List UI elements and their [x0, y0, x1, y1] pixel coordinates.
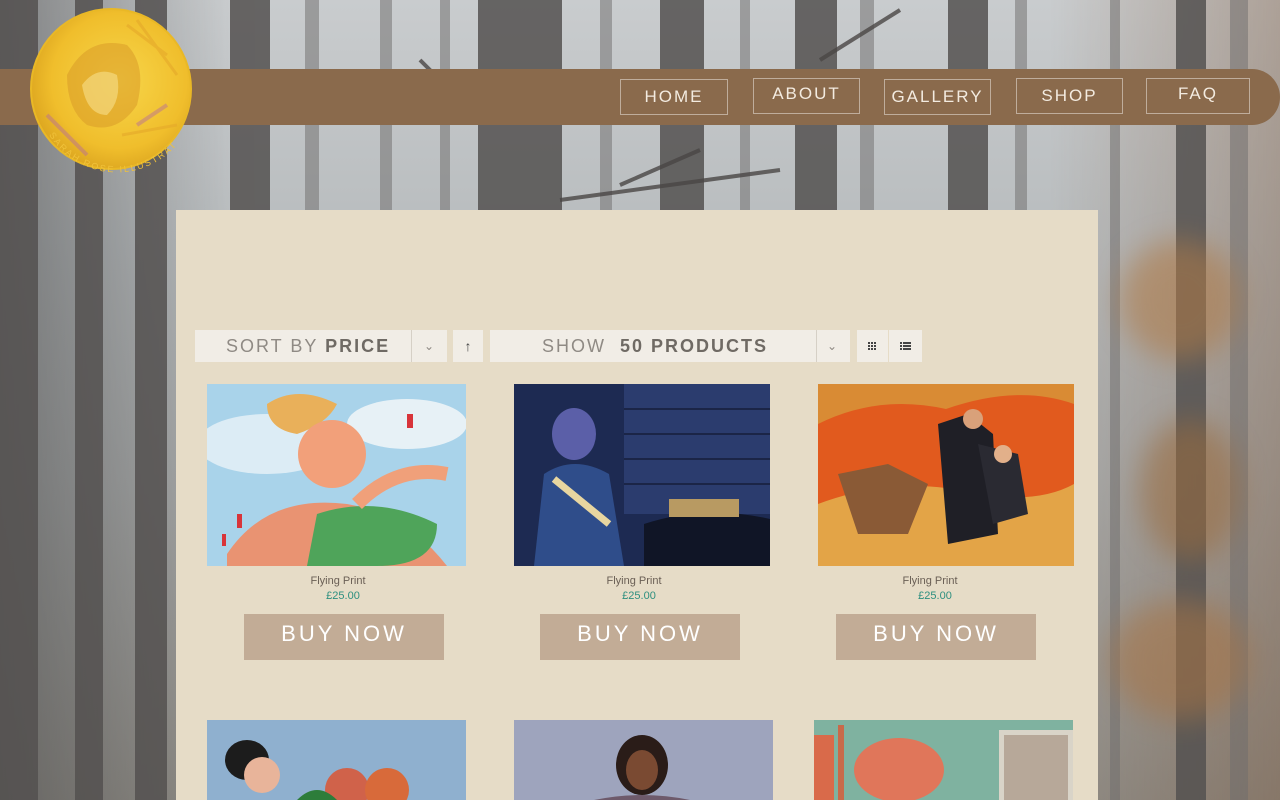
nav-about-link[interactable]: ABOUT [753, 78, 860, 114]
grid-icon [868, 342, 876, 350]
buy-now-button[interactable]: BUY NOW [836, 614, 1036, 660]
chevron-down-icon: ⌄ [423, 339, 437, 353]
sort-label: SORT BY PRICE [226, 330, 390, 362]
product-price: £25.00 [918, 590, 952, 602]
nav-home-link[interactable]: HOME [620, 79, 728, 115]
product-price: £25.00 [622, 590, 656, 602]
divider [411, 330, 412, 362]
nav-faq-link[interactable]: FAQ [1146, 78, 1250, 114]
chevron-down-icon: ⌄ [826, 339, 840, 353]
product-image[interactable] [207, 384, 466, 566]
product-image[interactable] [814, 720, 1073, 800]
grid-view-button[interactable] [857, 330, 888, 362]
product-image[interactable] [514, 384, 770, 566]
list-icon [900, 342, 911, 350]
site-logo[interactable]: SARAH ROSE ILLUSTRATIONS [27, 5, 195, 173]
sort-prefix: SORT BY [226, 336, 319, 356]
product-image[interactable] [818, 384, 1074, 566]
show-prefix: SHOW [542, 336, 606, 356]
product-image[interactable] [514, 720, 773, 800]
sort-by-dropdown[interactable]: SORT BY PRICE ⌄ [195, 330, 447, 362]
show-label: SHOW 50 PRODUCTS [542, 330, 768, 362]
sort-direction-button[interactable]: ↑ [453, 330, 483, 362]
products-per-page-dropdown[interactable]: SHOW 50 PRODUCTS ⌄ [490, 330, 850, 362]
show-value: 50 PRODUCTS [620, 336, 769, 356]
bokeh-light [1120, 240, 1240, 360]
product-title[interactable]: Flying Print [802, 575, 1058, 587]
nav-shop-link[interactable]: SHOP [1016, 78, 1123, 114]
product-image[interactable] [207, 720, 466, 800]
list-view-button[interactable] [889, 330, 922, 362]
product-title[interactable]: Flying Print [506, 575, 762, 587]
bokeh-light [1110, 600, 1250, 720]
nav-gallery-link[interactable]: GALLERY [884, 79, 991, 115]
sort-value: PRICE [325, 336, 391, 356]
buy-now-button[interactable]: BUY NOW [244, 614, 444, 660]
arrow-up-icon: ↑ [464, 338, 472, 354]
product-title[interactable]: Flying Print [210, 575, 466, 587]
product-price: £25.00 [326, 590, 360, 602]
buy-now-button[interactable]: BUY NOW [540, 614, 740, 660]
bokeh-light [1140, 420, 1240, 560]
